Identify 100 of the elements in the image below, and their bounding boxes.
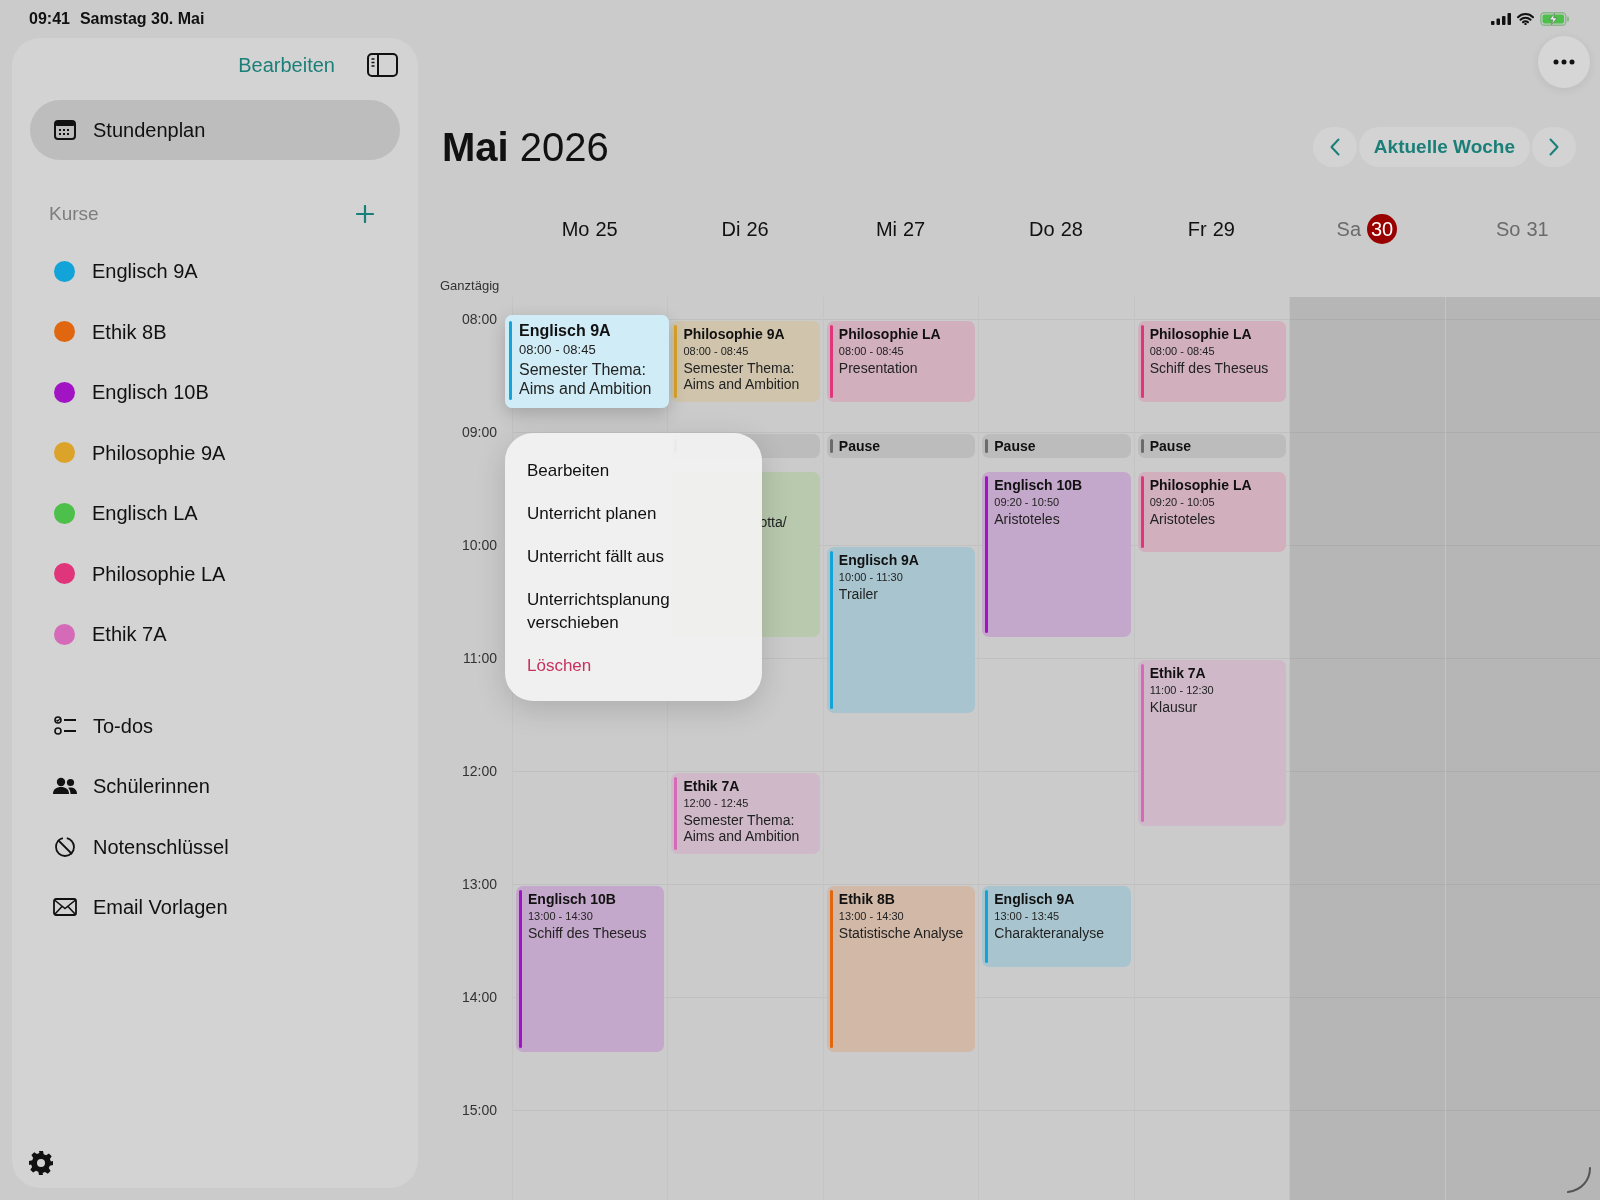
people-icon (52, 777, 78, 796)
lesson-note: Presentation (838, 360, 919, 376)
lesson-title: Ethik 7A (683, 777, 741, 795)
weekday-label: So (1495, 217, 1521, 242)
lesson-card[interactable]: Englisch 10B 13:00 - 14:30 Schiff des Theseus (516, 886, 665, 1052)
lesson-title: Ethik 7A (1149, 664, 1207, 682)
break-block[interactable]: Pause (1137, 434, 1287, 459)
lesson-note: Statistische Analyse (838, 925, 964, 941)
lesson-note: Semester Thema: Aims and Ambition (683, 812, 801, 844)
sidebar-toggle-icon[interactable] (367, 53, 398, 77)
lesson-card[interactable]: Ethik 8B 13:00 - 14:30 Statistische Analyse (826, 886, 976, 1052)
weekday-label: Di (721, 217, 741, 242)
lesson-time: 13:00 - 14:30 (838, 909, 905, 924)
month-title: Mai 2026 (442, 127, 609, 167)
course-item[interactable]: Philosophie LA (30, 543, 400, 604)
break-block[interactable]: Pause (826, 434, 976, 459)
menu-item[interactable]: Unterrichtsplanung verschieben (505, 578, 762, 644)
more-button[interactable] (1538, 36, 1590, 88)
sidebar-item[interactable]: Email Vorlagen (30, 877, 400, 938)
course-item[interactable]: Ethik 8B (30, 301, 400, 362)
lesson-card[interactable]: Englisch 9A 08:00 - 08:45 Semester Thema: Aims and Ambition (505, 315, 670, 408)
date-label: 27 (903, 217, 926, 242)
menu-item[interactable]: Unterricht fällt aus (505, 535, 762, 578)
lesson-note: Trailer (838, 586, 879, 602)
lesson-note: Schiff des Theseus (528, 925, 647, 941)
lesson-title: Englisch 10B (528, 890, 617, 908)
lesson-note: Schiff des Theseus (1149, 360, 1269, 376)
weekday-label: Fr (1187, 217, 1207, 242)
course-item[interactable]: Ethik 7A (30, 604, 400, 665)
lesson-title: Englisch 9A (994, 890, 1076, 908)
lesson-note: Semester Thema: Aims and Ambition (519, 360, 653, 398)
lesson-note: otta/ (759, 513, 787, 530)
lesson-card[interactable]: Englisch 9A 13:00 - 13:45 Charakteranalyse (982, 886, 1131, 967)
lesson-title: Englisch 9A (519, 321, 612, 341)
sidebar-item[interactable]: Schülerinnen (30, 756, 400, 817)
hour-label: 08:00 (461, 310, 497, 329)
lesson-title: Ethik 8B (838, 890, 896, 908)
menu-item[interactable]: Bearbeiten (505, 449, 762, 492)
lesson-time: 10:00 - 11:30 (838, 570, 904, 585)
lesson-card[interactable]: Englisch 9A 10:00 - 11:30 Trailer (826, 547, 976, 713)
date-label: 31 (1526, 217, 1549, 242)
sidebar-item[interactable]: Stundenplan (30, 100, 400, 160)
lesson-title: Englisch 10B (994, 475, 1083, 494)
break-label: Pause (994, 436, 1036, 456)
lesson-card[interactable]: Philosophie 9A 08:00 - 08:45 Semester Thema: Aims and Ambition (671, 321, 820, 402)
course-item[interactable]: Englisch 10B (30, 362, 400, 423)
date-label: 29 (1212, 217, 1235, 242)
slashed-circle-icon (54, 835, 76, 858)
lesson-title: Philosophie LA (1149, 325, 1253, 343)
lesson-title: Englisch 9A (838, 551, 919, 569)
date-label: 26 (746, 217, 769, 242)
lesson-note: Aristoteles (994, 510, 1061, 527)
lesson-time: 11:00 - 12:30 (1149, 683, 1214, 698)
lesson-card[interactable]: Philosophie LA 08:00 - 08:45 Presentation (826, 321, 976, 402)
course-item[interactable]: Englisch LA (30, 483, 400, 544)
all-day-label: Ganztägig (440, 277, 500, 296)
signal-icon (1491, 13, 1511, 25)
sidebar-item[interactable]: To-dos (30, 695, 400, 756)
sidebar-item[interactable]: Notenschlüssel (30, 816, 400, 877)
weekday-label: Mo (561, 217, 590, 242)
lesson-time: 08:00 - 08:45 (519, 341, 597, 359)
ellipsis-icon (1553, 59, 1575, 65)
hour-label: 11:00 (463, 649, 497, 668)
lesson-time: 09:20 - 10:05 (1149, 494, 1216, 510)
lesson-card[interactable]: Englisch 10B 09:20 - 10:50 Aristoteles (982, 471, 1131, 638)
plus-icon[interactable] (356, 205, 374, 223)
chevron-left-icon (1329, 138, 1340, 156)
next-week-button[interactable] (1532, 127, 1576, 167)
lesson-card[interactable]: Philosophie LA 08:00 - 08:45 Schiff des Theseus (1137, 321, 1287, 402)
lesson-note: Charakteranalyse (994, 925, 1104, 941)
break-block[interactable]: Pause (982, 434, 1131, 459)
menu-item[interactable]: Unterricht planen (505, 492, 762, 535)
checklist-icon (53, 715, 77, 736)
lesson-time: 08:00 - 08:45 (683, 344, 750, 359)
hour-label: 14:00 (461, 988, 497, 1007)
status-time: 09:41 (29, 9, 70, 29)
chevron-right-icon (1549, 138, 1559, 156)
weekday-label: Sa (1336, 217, 1362, 242)
hour-label: 12:00 (461, 762, 497, 781)
lesson-time: 08:00 - 08:45 (1149, 344, 1216, 359)
lesson-card[interactable]: Philosophie LA 09:20 - 10:05 Aristoteles (1137, 471, 1287, 553)
lesson-note: Aristoteles (1149, 510, 1217, 527)
weekday-label: Mi (875, 217, 897, 242)
lesson-card[interactable]: Ethik 7A 11:00 - 12:30 Klausur (1137, 660, 1287, 826)
status-date: Samstag 30. Mai (79, 9, 205, 29)
weekday-label: Do (1029, 217, 1055, 242)
lesson-title: Philosophie LA (1149, 475, 1252, 494)
previous-week-button[interactable] (1312, 127, 1357, 167)
hour-label: 15:00 (461, 1101, 497, 1120)
course-item[interactable]: Philosophie 9A (30, 422, 400, 483)
lesson-time: 13:00 - 13:45 (994, 909, 1061, 924)
course-item[interactable]: Englisch 9A (30, 241, 400, 302)
menu-item[interactable]: Löschen (505, 644, 762, 687)
lesson-note: Klausur (1149, 699, 1199, 715)
calendar-icon (54, 120, 76, 140)
battery-charging-icon (1540, 12, 1570, 26)
date-label: 25 (595, 217, 618, 242)
lesson-title: Philosophie LA (838, 325, 941, 343)
lesson-card[interactable]: Ethik 7A 12:00 - 12:45 Semester Thema: Aims and Ambition (671, 773, 820, 854)
settings-icon[interactable] (28, 1150, 54, 1176)
